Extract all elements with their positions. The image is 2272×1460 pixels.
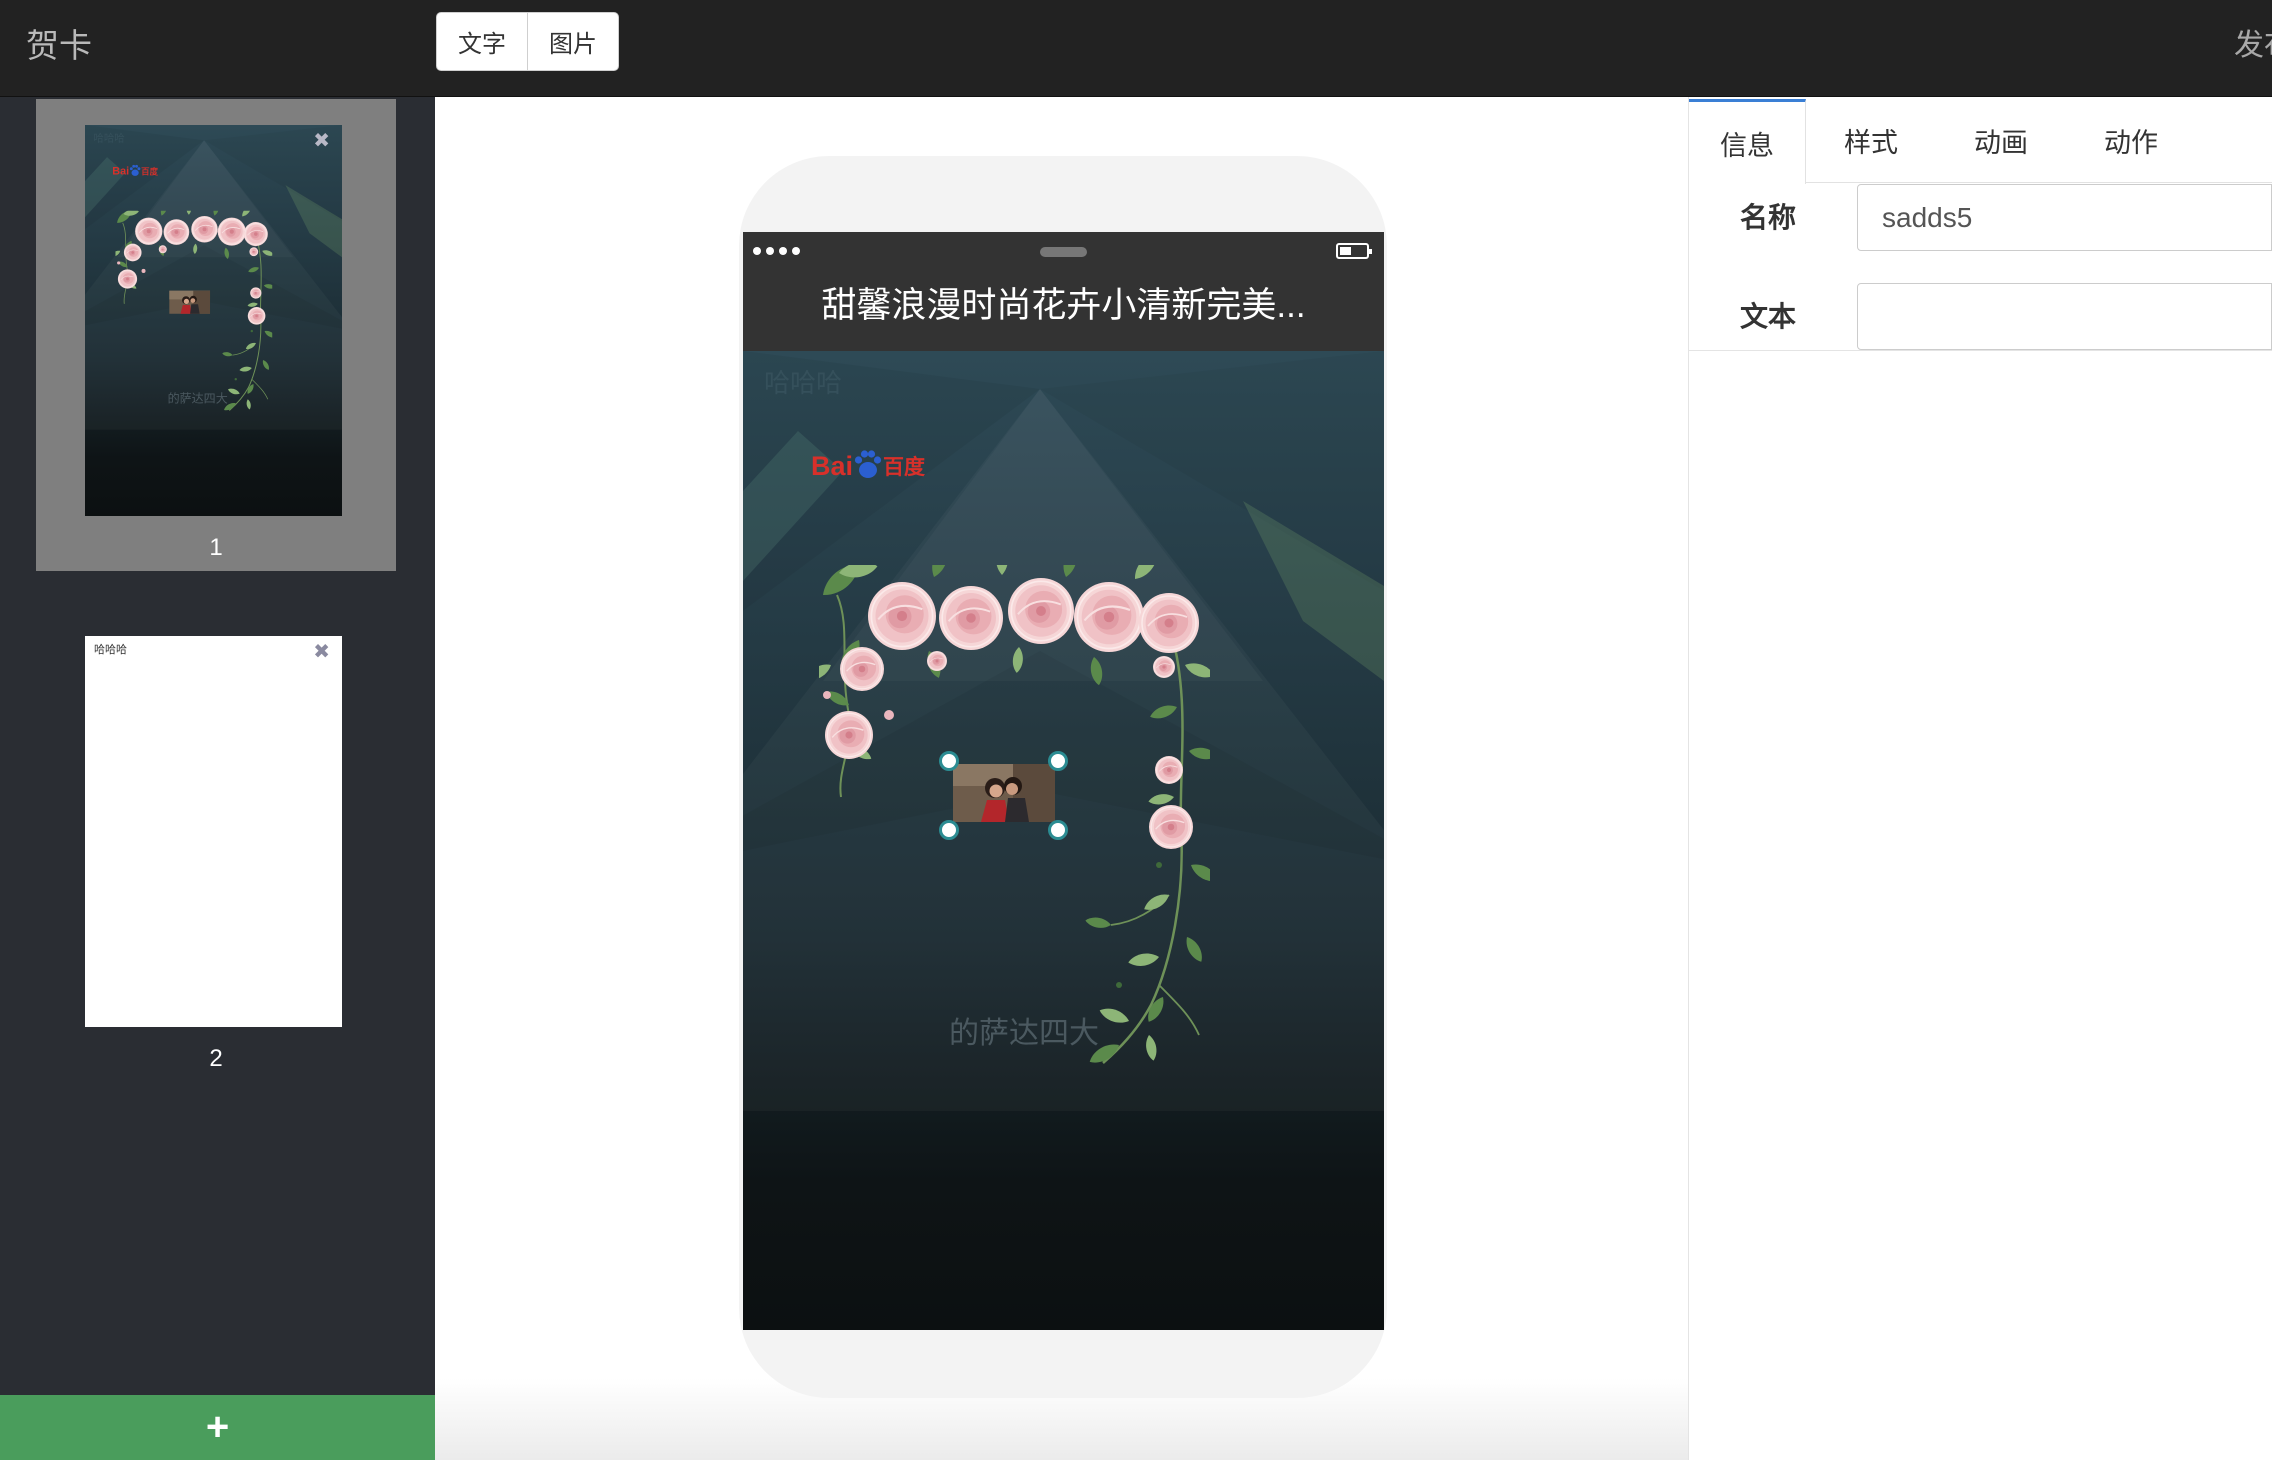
- slide-list: 哈哈哈 Bai 百度 的萨达四大 ✖ 1 哈哈哈 ✖ 2 +: [0, 97, 435, 1460]
- thumb-couple-photo-image: [169, 290, 211, 314]
- slide-item-1[interactable]: 哈哈哈 Bai 百度 的萨达四大 ✖ 1: [36, 99, 396, 571]
- thumb-caption-text-element: 的萨达四大: [167, 392, 228, 406]
- resize-handle-top-left[interactable]: [939, 751, 959, 771]
- logo-text-left: Bai: [811, 451, 854, 481]
- publish-button[interactable]: 发布: [2234, 24, 2272, 68]
- thumb-baidu-logo: Bai 百度: [112, 164, 158, 177]
- slide-thumbnail-text: 哈哈哈: [94, 644, 127, 656]
- slide-number: 1: [209, 534, 223, 561]
- add-text-button[interactable]: 文字: [437, 13, 527, 70]
- baidu-logo[interactable]: Bai 百度: [811, 449, 925, 481]
- name-label: 名称: [1740, 202, 1797, 233]
- text-label: 文本: [1740, 301, 1797, 332]
- card-title: 甜馨浪漫时尚花卉小清新完美...: [821, 286, 1306, 325]
- top-bar: 贺卡 文字 图片 发布: [0, 0, 2272, 97]
- editor-canvas: 甜馨浪漫时尚花卉小清新完美... 哈哈哈 Bai 百度 的萨达四大: [435, 97, 1688, 1460]
- thumb-logo-text-right: 百度: [141, 167, 158, 177]
- signal-dots-icon: [753, 247, 800, 255]
- slide-thumbnail-1[interactable]: 哈哈哈 Bai 百度 的萨达四大 ✖: [85, 125, 342, 516]
- resize-handle-top-right[interactable]: [1048, 751, 1068, 771]
- phone-preview: 甜馨浪漫时尚花卉小清新完美... 哈哈哈 Bai 百度 的萨达四大: [739, 156, 1387, 1398]
- thumb-paw-icon: [129, 164, 141, 176]
- selection-box[interactable]: [939, 751, 1068, 840]
- tab-action[interactable]: 动作: [2066, 99, 2196, 182]
- properties-tabs: 信息 样式 动画 动作: [1689, 99, 2272, 184]
- properties-panel: 信息 样式 动画 动作 名称 文本: [1688, 97, 2272, 1460]
- thumb-canvas-content: 哈哈哈 Bai 百度 的萨达四大: [85, 125, 342, 516]
- delete-slide-icon[interactable]: ✖: [313, 640, 330, 664]
- thumb-logo-text-left: Bai: [112, 165, 130, 178]
- phone-title-bar: 甜馨浪漫时尚花卉小清新完美...: [743, 232, 1384, 351]
- slide-thumbnail-2[interactable]: 哈哈哈 ✖: [85, 636, 342, 1027]
- battery-icon: [1336, 243, 1372, 259]
- tab-info[interactable]: 信息: [1689, 99, 1806, 184]
- text-input[interactable]: [1857, 283, 2272, 350]
- resize-handle-bottom-left[interactable]: [939, 820, 959, 840]
- canvas-content[interactable]: 哈哈哈 Bai 百度 的萨达四大: [743, 351, 1384, 1330]
- name-input[interactable]: [1857, 184, 2272, 251]
- text-row: 文本: [1689, 283, 2272, 350]
- thumb-faint-text-element: 哈哈哈: [93, 131, 125, 144]
- tab-style[interactable]: 样式: [1806, 99, 1936, 182]
- slide-item-2[interactable]: 哈哈哈 ✖ 2: [36, 610, 396, 1082]
- slide-number: 2: [209, 1045, 223, 1072]
- phone-screen: 甜馨浪漫时尚花卉小清新完美... 哈哈哈 Bai 百度 的萨达四大: [743, 232, 1384, 1330]
- app-title: 贺卡: [26, 27, 92, 64]
- tab-animation[interactable]: 动画: [1936, 99, 2066, 182]
- caption-text-element[interactable]: 的萨达四大: [949, 1014, 1099, 1054]
- add-image-button[interactable]: 图片: [527, 13, 618, 70]
- logo-text-right: 百度: [883, 456, 926, 479]
- info-form: 名称 文本: [1689, 184, 2272, 351]
- delete-slide-icon[interactable]: ✖: [313, 129, 330, 153]
- paw-icon: [854, 450, 882, 478]
- plus-icon: +: [205, 1405, 230, 1449]
- resize-handle-bottom-right[interactable]: [1048, 820, 1068, 840]
- add-slide-button[interactable]: +: [0, 1395, 435, 1460]
- name-row: 名称: [1689, 184, 2272, 251]
- insert-toolbar: 文字 图片: [436, 12, 619, 71]
- speaker-notch-icon: [1040, 247, 1087, 257]
- faint-text-element[interactable]: 哈哈哈: [764, 363, 842, 400]
